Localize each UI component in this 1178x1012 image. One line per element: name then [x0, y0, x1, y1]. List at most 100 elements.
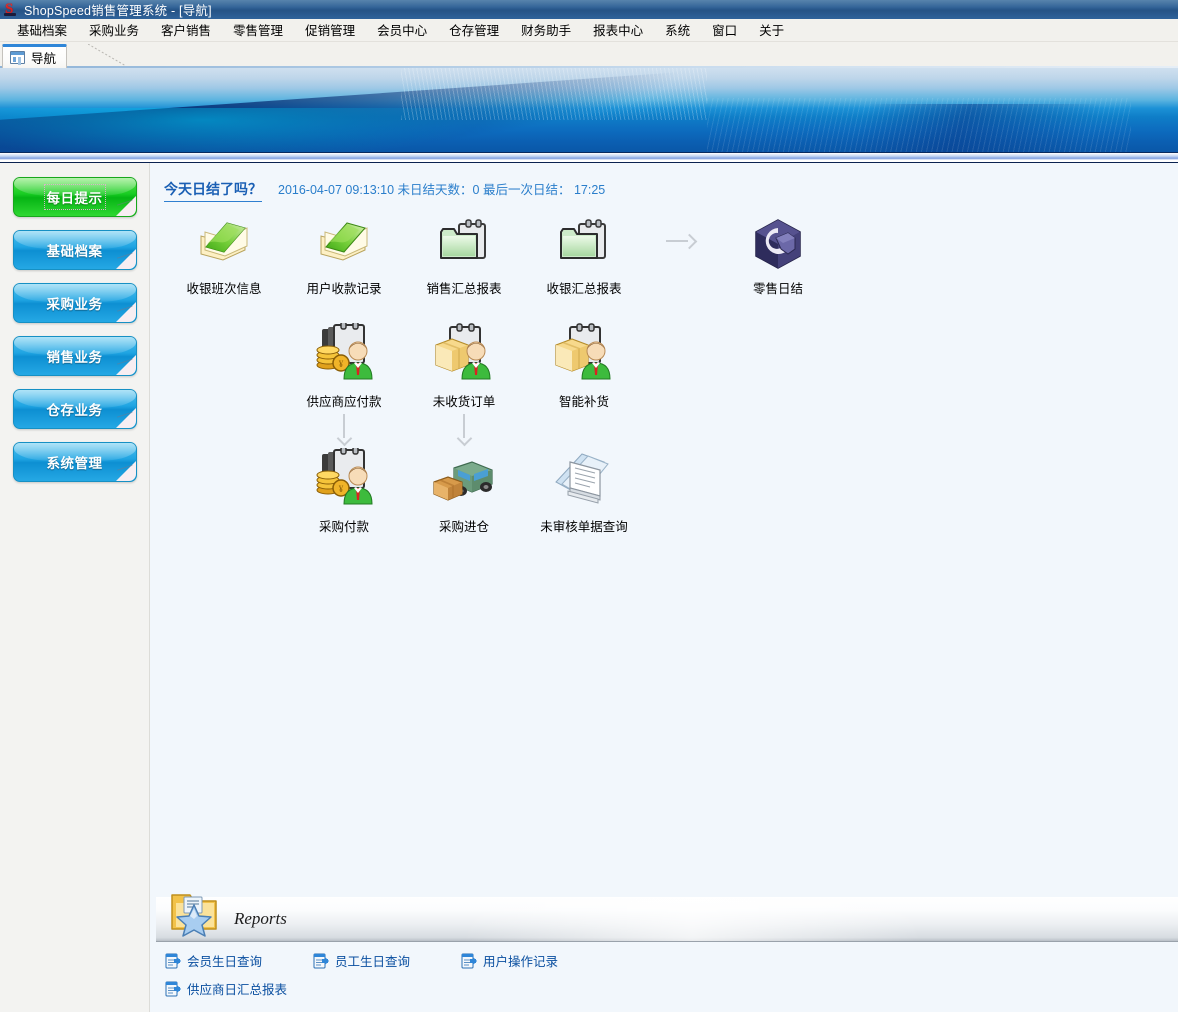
shortcut-purchase-payment-label: 采购付款 [318, 520, 369, 534]
banner-rays-right [706, 98, 1131, 152]
shortcut-smart-replenishment-label: 智能补货 [558, 395, 609, 409]
report-link-employee-birthday[interactable]: 员工生日查询 [312, 951, 460, 970]
shortcut-sales-summary-report-label: 销售汇总报表 [426, 282, 502, 296]
sidebar-item-warehouse[interactable]: 仓存业务 [12, 389, 137, 429]
clipboard-link-icon [461, 953, 477, 968]
coins-clipboard-person-icon: ¥ [308, 323, 380, 385]
sidebar-item-basic-archive[interactable]: 基础档案 [12, 230, 137, 270]
menu-warehouse[interactable]: 仓存管理 [438, 18, 510, 42]
paper-stack-icon [548, 448, 620, 510]
svg-text:¥: ¥ [339, 359, 344, 369]
sidebar-item-daily-tips-label: 每日提示 [43, 184, 106, 210]
truck-box-icon [428, 448, 500, 510]
shortcut-purchase-inbound-label: 采购进仓 [438, 520, 489, 534]
shortcut-smart-replenishment[interactable]: 智能补货 [524, 323, 644, 410]
tab-tail-decoration [88, 44, 127, 67]
shortcut-cashier-summary-report[interactable]: 收银汇总报表 [524, 210, 644, 297]
flow-arrow-right [644, 210, 718, 272]
menu-reports-center[interactable]: 报表中心 [582, 18, 654, 42]
sidebar-item-sales-label: 销售业务 [46, 350, 103, 365]
window-title: ShopSpeed销售管理系统 - [导航] [24, 4, 212, 18]
sidebar-item-basic-archive-label: 基础档案 [46, 244, 103, 259]
sidebar-item-sales[interactable]: 销售业务 [12, 336, 137, 376]
shortcut-cashier-summary-report-label: 收银汇总报表 [546, 282, 622, 296]
report-link-supplier-daily-summary-label: 供应商日汇总报表 [187, 983, 288, 997]
menu-system[interactable]: 系统 [654, 18, 701, 42]
report-link-user-operation-log[interactable]: 用户操作记录 [460, 951, 558, 970]
shortcut-supplier-payable[interactable]: ¥ 供应商应付款 [284, 323, 404, 410]
menu-finance[interactable]: 财务助手 [510, 18, 582, 42]
shortcut-unapproved-documents-label: 未审核单据查询 [540, 520, 628, 534]
shortcut-retail-daily-close-label: 零售日结 [752, 282, 803, 296]
coins-clipboard-person-icon: ¥ [308, 448, 380, 510]
menu-basic-archive[interactable]: 基础档案 [6, 18, 78, 42]
clipboard-folder-icon [553, 210, 615, 272]
menu-purchasing[interactable]: 采购业务 [78, 18, 150, 42]
menu-customer-sales[interactable]: 客户销售 [150, 18, 222, 42]
arrow-slot-1 [284, 414, 404, 446]
shortcut-cashier-shift-info[interactable]: 收银班次信息 [164, 210, 284, 297]
sidebar-item-system-admin[interactable]: 系统管理 [12, 442, 137, 482]
shortcut-cashier-shift-info-label: 收银班次信息 [186, 282, 262, 296]
svg-text:¥: ¥ [339, 484, 344, 494]
arrow-down-icon [338, 414, 350, 446]
shortcut-sales-summary-report[interactable]: 销售汇总报表 [404, 210, 524, 297]
menubar: 基础档案 采购业务 客户销售 零售管理 促销管理 会员中心 仓存管理 财务助手 … [0, 19, 1178, 42]
window-titlebar: S ShopSpeed销售管理系统 - [导航] [0, 0, 1178, 19]
sidebar-item-system-admin-label: 系统管理 [46, 456, 103, 471]
window-grid-icon [10, 51, 25, 64]
shortcut-user-receipt-records[interactable]: 用户收款记录 [284, 210, 404, 297]
box-clipboard-person-icon [548, 323, 620, 385]
green-book-stack-icon [313, 210, 375, 272]
reports-title: Reports [234, 909, 287, 928]
banner-bottom-rule [0, 153, 1178, 163]
shortcut-unreceived-orders-label: 未收货订单 [432, 395, 496, 409]
clipboard-link-icon [313, 953, 329, 968]
menu-retail[interactable]: 零售管理 [222, 18, 294, 42]
menu-promotion[interactable]: 促销管理 [294, 18, 366, 42]
clipboard-link-icon [165, 953, 181, 968]
flow-arrow-down-row [164, 414, 1178, 446]
shortcut-row-3: ¥ 采购付款 采购进仓 未审核单据查询 [164, 448, 1178, 535]
daily-close-question[interactable]: 今天日结了吗？ [164, 179, 262, 202]
arrow-slot-2 [404, 414, 524, 446]
reports-header: Reports [156, 894, 1178, 942]
sidebar-item-warehouse-label: 仓存业务 [46, 403, 103, 418]
tab-navigation[interactable]: 导航 [2, 44, 68, 68]
report-link-supplier-daily-summary[interactable]: 供应商日汇总报表 [164, 979, 287, 998]
report-link-member-birthday[interactable]: 会员生日查询 [164, 951, 312, 970]
shortcut-purchase-inbound[interactable]: 采购进仓 [404, 448, 524, 535]
shortcut-unapproved-documents[interactable]: 未审核单据查询 [524, 448, 644, 535]
report-link-member-birthday-label: 会员生日查询 [187, 955, 263, 969]
main-content: 今天日结了吗？ 2016-04-07 09:13:10 未日结天数：0 最后一次… [150, 163, 1178, 1012]
menu-about[interactable]: 关于 [748, 18, 795, 42]
shortcut-purchase-payment[interactable]: ¥ 采购付款 [284, 448, 404, 535]
shortcut-unreceived-orders[interactable]: 未收货订单 [404, 323, 524, 410]
menu-window[interactable]: 窗口 [701, 18, 748, 42]
report-link-employee-birthday-label: 员工生日查询 [335, 955, 411, 969]
arrow-right-icon [666, 235, 696, 247]
daily-close-status-text: 2016-04-07 09:13:10 未日结天数：0 最后一次日结： 17:2… [278, 183, 606, 197]
sidebar: 每日提示 基础档案 采购业务 销售业务 仓存业务 系统管理 [0, 163, 150, 1012]
green-book-stack-icon [193, 210, 255, 272]
shortcut-retail-daily-close[interactable]: 零售日结 [718, 210, 838, 297]
sidebar-item-purchasing[interactable]: 采购业务 [12, 283, 137, 323]
reports-links: 会员生日查询 员工生日查询 用户操作记录 供应商日汇总报表 [150, 942, 1178, 1012]
sidebar-item-daily-tips[interactable]: 每日提示 [12, 177, 137, 217]
sidebar-item-purchasing-label: 采购业务 [46, 297, 103, 312]
purple-cube-icon [747, 210, 809, 272]
shopspeed-s-logo-icon: S [3, 2, 19, 17]
daily-close-status-row: 今天日结了吗？ 2016-04-07 09:13:10 未日结天数：0 最后一次… [150, 163, 1178, 202]
folder-star-icon [171, 894, 217, 937]
arrow-down-icon [458, 414, 470, 446]
shortcut-row-2: ¥ 供应商应付款 未收货订单 智能补货 [164, 323, 1178, 410]
shortcut-grid: 收银班次信息 用户收款记录 销售汇总报表 收银汇总报表 零售日结 ¥ 供应商应付… [150, 210, 1178, 535]
clipboard-link-icon [165, 981, 181, 996]
reports-links-row-1: 会员生日查询 员工生日查询 用户操作记录 [164, 951, 1178, 970]
banner-rays-left [400, 68, 707, 120]
reports-links-row-2: 供应商日汇总报表 [164, 979, 1178, 998]
box-clipboard-person-icon [428, 323, 500, 385]
arrow-slot-3 [524, 414, 644, 446]
tab-navigation-label: 导航 [31, 52, 57, 66]
menu-member-center[interactable]: 会员中心 [366, 18, 438, 42]
